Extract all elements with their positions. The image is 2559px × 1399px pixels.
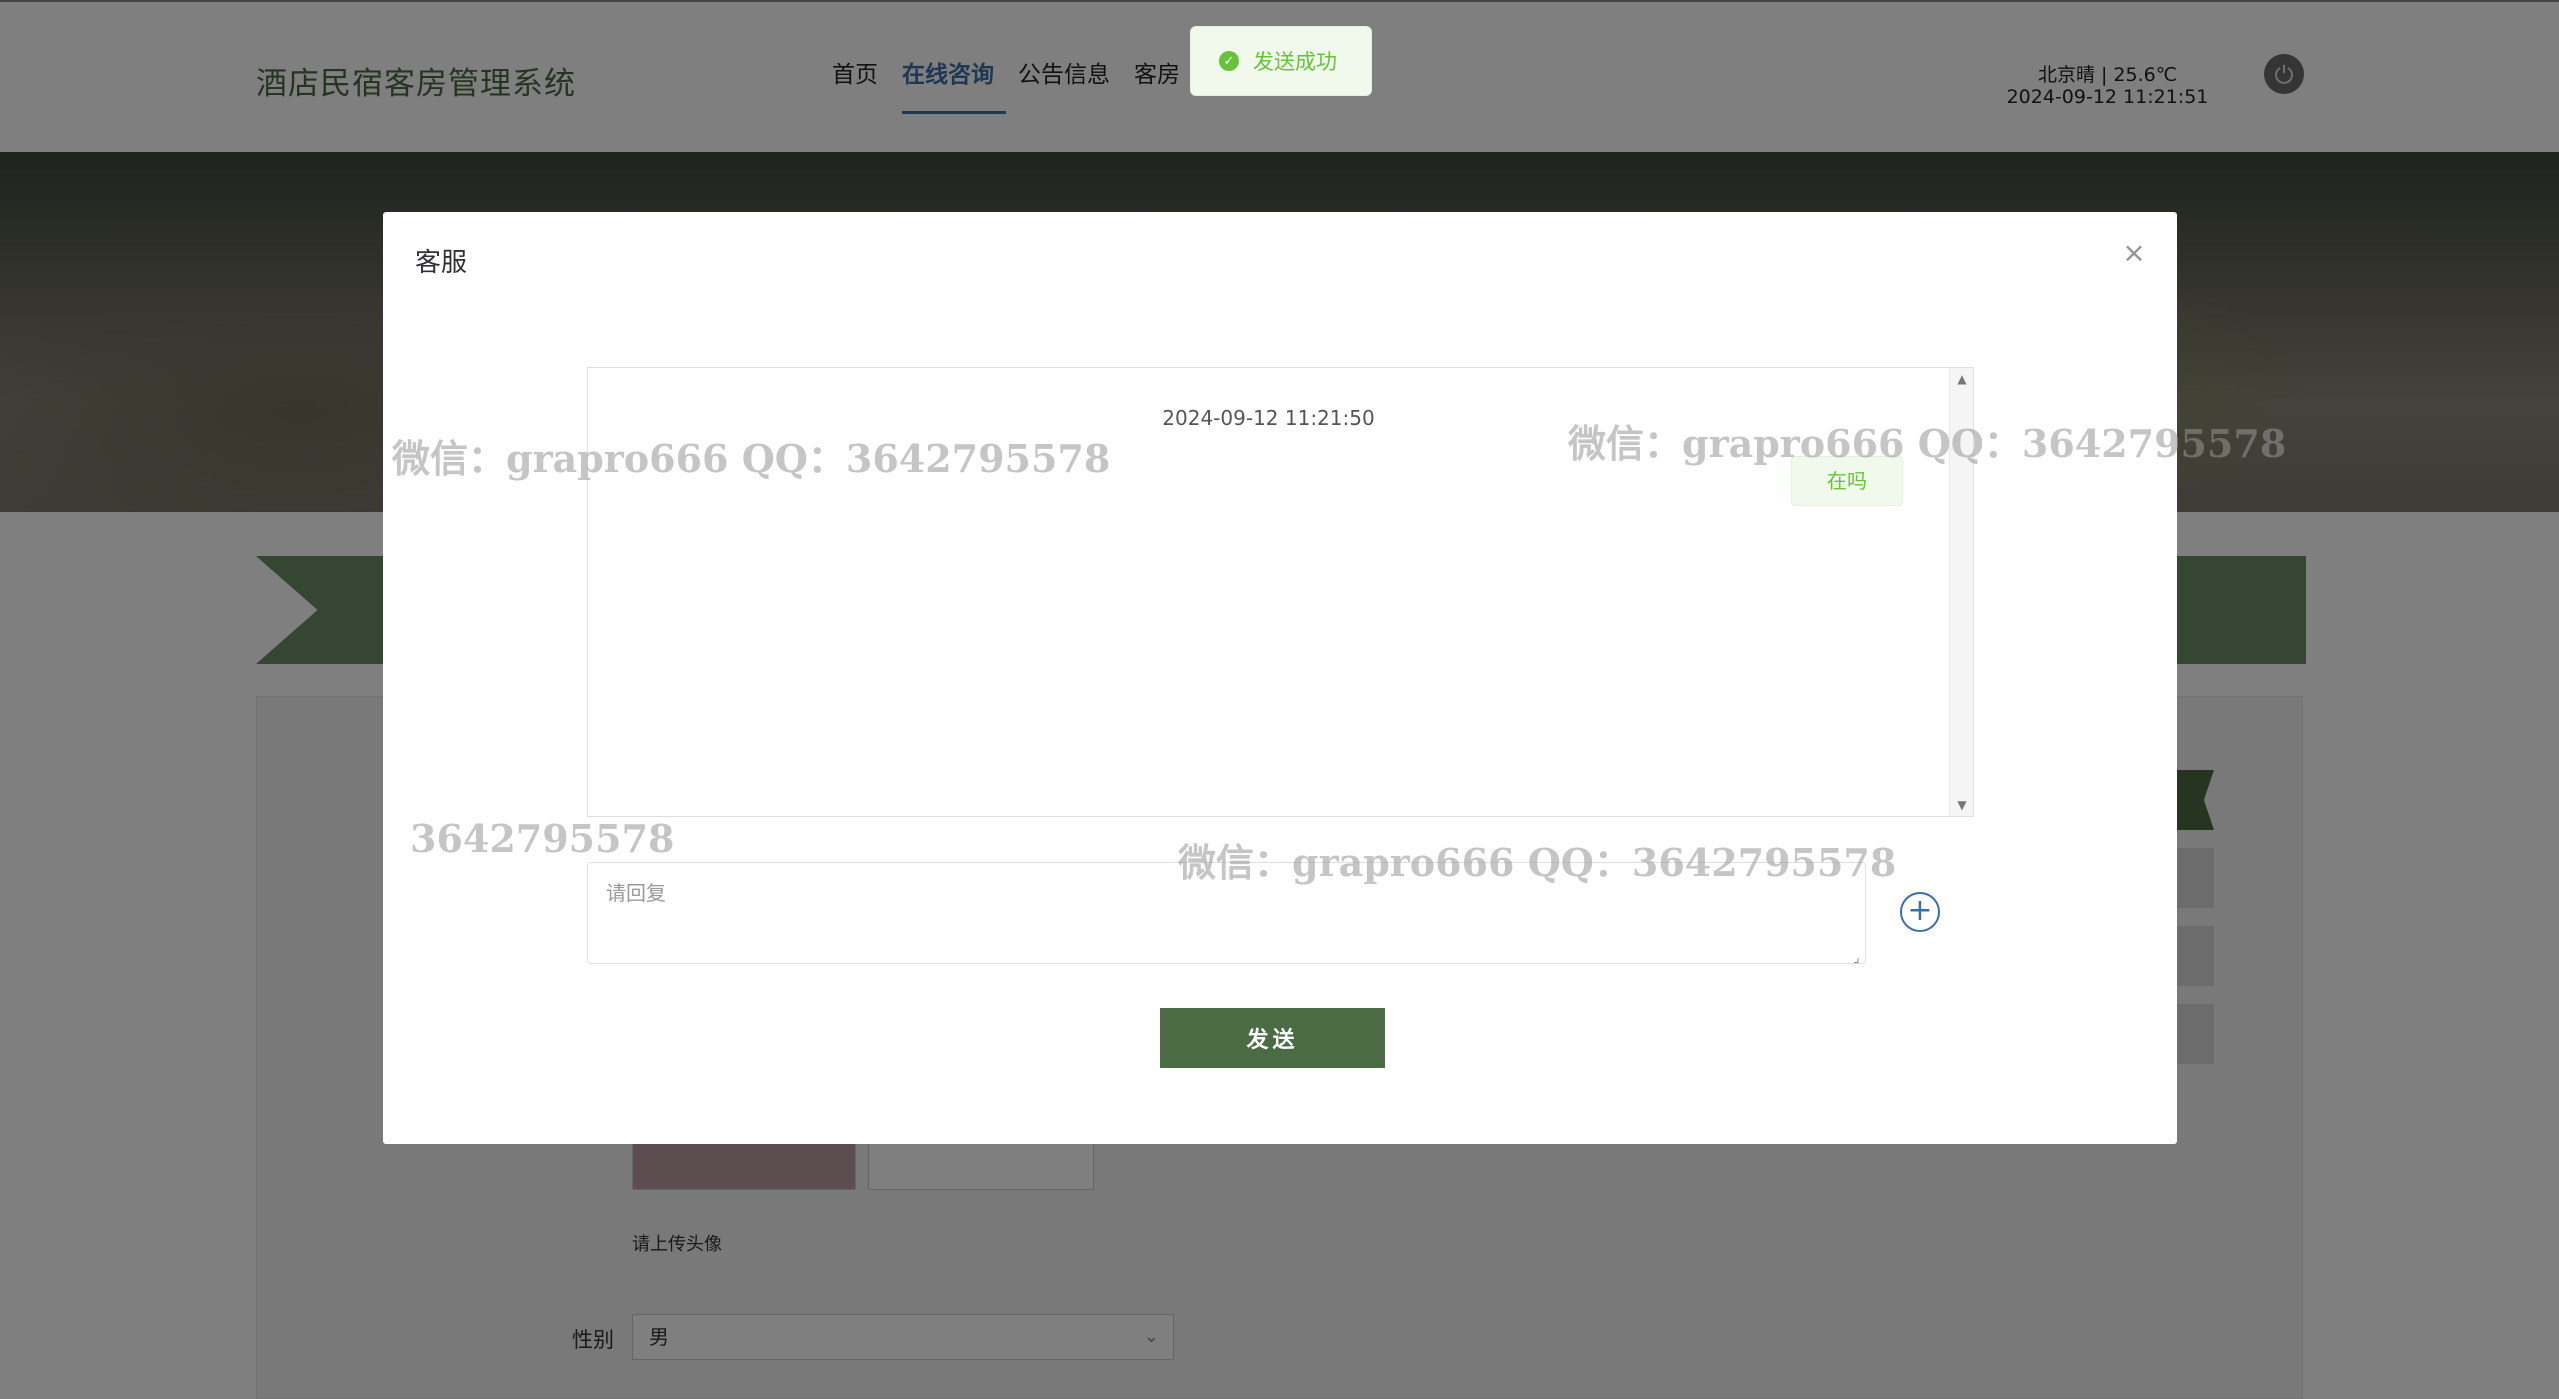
scroll-down-icon[interactable]: ▼ [1950, 798, 1974, 812]
resize-handle-icon[interactable]: ⌟ [1853, 950, 1860, 966]
watermark-text: 微信：grapro666 QQ：3642795578 [1178, 840, 1897, 885]
toast-text: 发送成功 [1253, 50, 1337, 74]
dialog-title: 客服 [415, 248, 468, 278]
close-icon[interactable]: × [2121, 239, 2147, 267]
success-toast: ✓ 发送成功 [1190, 26, 1372, 96]
watermark-text: 微信：grapro666 QQ：3642795578 [1568, 421, 2287, 466]
scroll-up-icon[interactable]: ▲ [1950, 372, 1974, 386]
plus-circle-icon[interactable]: + [1900, 892, 1940, 932]
chat-dialog: 客服 × 2024-09-12 11:21:50 在吗 ▲ ▼ ⌟ + 发送 [383, 212, 2177, 1144]
check-circle-icon: ✓ [1219, 51, 1239, 71]
watermark-text: 微信：grapro666 QQ：3642795578 [392, 436, 1111, 481]
send-button[interactable]: 发送 [1160, 1008, 1385, 1068]
watermark-text: 3642795578 [410, 816, 675, 861]
